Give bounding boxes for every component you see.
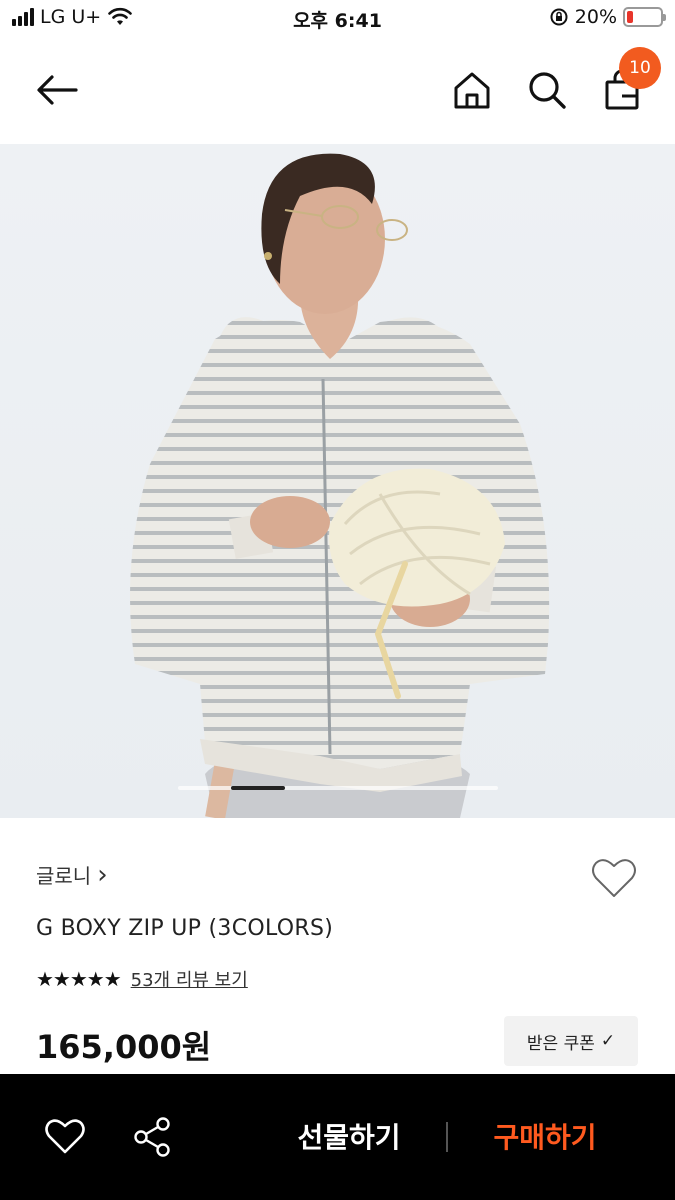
nav-bar: 10: [0, 38, 675, 144]
cart-count-badge: 10: [619, 47, 661, 89]
battery-percent: 20%: [574, 6, 617, 28]
review-link[interactable]: 53개 리뷰 보기: [131, 966, 248, 992]
coupon-button[interactable]: 받은 쿠폰 ✓: [504, 1016, 638, 1066]
bottom-action-bar: 선물하기 구매하기: [0, 1074, 675, 1200]
rating-stars: ★★★★★: [36, 967, 122, 991]
product-photo: [130, 153, 550, 818]
brand-name: 글로니: [36, 864, 92, 888]
home-icon[interactable]: [450, 68, 494, 112]
back-arrow-icon[interactable]: [32, 70, 82, 110]
share-icon[interactable]: [132, 1116, 172, 1158]
product-price: 165,000원: [36, 1028, 212, 1066]
product-image[interactable]: [0, 144, 675, 818]
divider: [446, 1122, 448, 1152]
battery-level: [627, 11, 634, 23]
search-icon[interactable]: [525, 68, 569, 112]
battery-icon: [623, 7, 666, 27]
check-icon: ✓: [600, 1031, 616, 1051]
heart-icon[interactable]: [44, 1116, 86, 1156]
coupon-label: 받은 쿠폰: [526, 1033, 595, 1054]
status-bar: LG U+ 오후 6:41 20%: [0, 0, 675, 38]
image-carousel-indicator-active: [231, 786, 285, 790]
chevron-right-icon: ›: [97, 859, 108, 890]
orientation-lock-icon: [550, 8, 568, 26]
status-right: 20%: [549, 6, 666, 28]
brand-link[interactable]: 글로니 ›: [36, 860, 108, 889]
rating-row: ★★★★★ 53개 리뷰 보기: [36, 966, 248, 992]
buy-button[interactable]: 구매하기: [466, 1110, 624, 1162]
product-name: G BOXY ZIP UP (3COLORS): [36, 916, 334, 941]
heart-icon[interactable]: [590, 856, 638, 900]
gift-button[interactable]: 선물하기: [270, 1110, 428, 1162]
image-carousel-indicator: [178, 786, 498, 790]
